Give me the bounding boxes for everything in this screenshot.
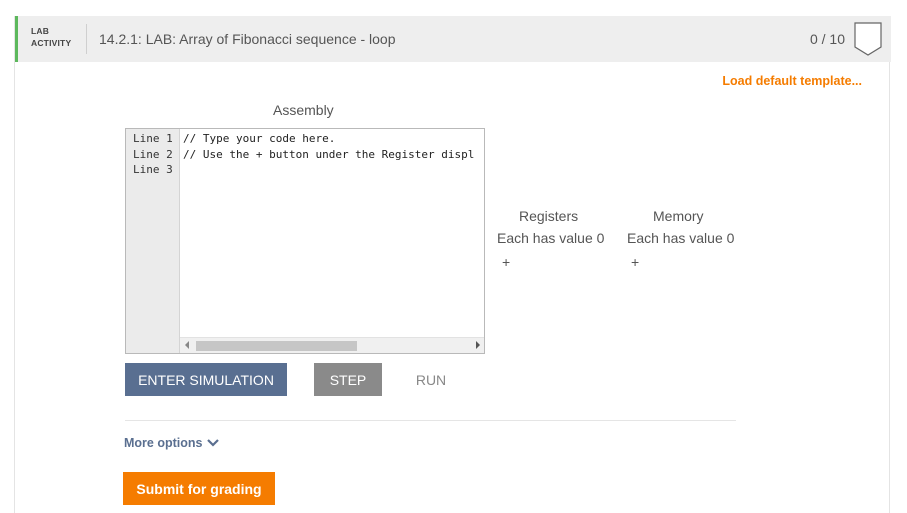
code-line[interactable]: // Type your code here.: [183, 131, 335, 147]
chevron-down-icon[interactable]: [206, 438, 220, 448]
line-number: Line 1: [133, 132, 173, 145]
more-options-toggle[interactable]: More options: [124, 436, 202, 450]
lab-activity-tag: LAB ACTIVITY: [31, 25, 81, 49]
line-number: Line 2: [133, 147, 173, 161]
add-memory-button[interactable]: +: [631, 254, 639, 270]
activity-title: 14.2.1: LAB: Array of Fibonacci sequence…: [99, 31, 396, 47]
lab-activity-card: LAB ACTIVITY 14.2.1: LAB: Array of Fibon…: [14, 16, 891, 513]
scroll-right-arrow-icon[interactable]: [476, 341, 480, 349]
add-register-button[interactable]: +: [502, 254, 510, 270]
score-display: 0 / 10: [809, 31, 845, 47]
memory-subtitle: Each has value 0: [627, 230, 735, 246]
run-button[interactable]: RUN: [408, 363, 454, 396]
load-default-template-link[interactable]: Load default template...: [722, 74, 862, 88]
section-divider: [125, 420, 736, 421]
horizontal-scrollbar[interactable]: [180, 337, 484, 353]
scroll-left-arrow-icon[interactable]: [185, 341, 189, 349]
header-divider: [86, 24, 87, 54]
code-editor[interactable]: Line 1 Line 2 Line 3 // Type your code h…: [125, 128, 485, 354]
enter-simulation-button[interactable]: ENTER SIMULATION: [125, 363, 287, 396]
step-button[interactable]: STEP: [314, 363, 382, 396]
submit-for-grading-button[interactable]: Submit for grading: [123, 472, 275, 505]
scrollbar-thumb[interactable]: [196, 341, 357, 351]
lab-tag-line1: LAB: [31, 26, 50, 36]
memory-title: Memory: [653, 208, 704, 224]
activity-header: LAB ACTIVITY 14.2.1: LAB: Array of Fibon…: [15, 16, 891, 62]
registers-title: Registers: [519, 208, 579, 224]
assembly-label: Assembly: [273, 102, 334, 118]
completion-badge-icon: [854, 22, 882, 56]
lab-tag-line2: ACTIVITY: [31, 38, 72, 48]
registers-subtitle: Each has value 0: [497, 230, 605, 246]
line-number: Line 3: [133, 163, 173, 176]
code-line[interactable]: // Use the + button under the Register d…: [183, 147, 474, 163]
